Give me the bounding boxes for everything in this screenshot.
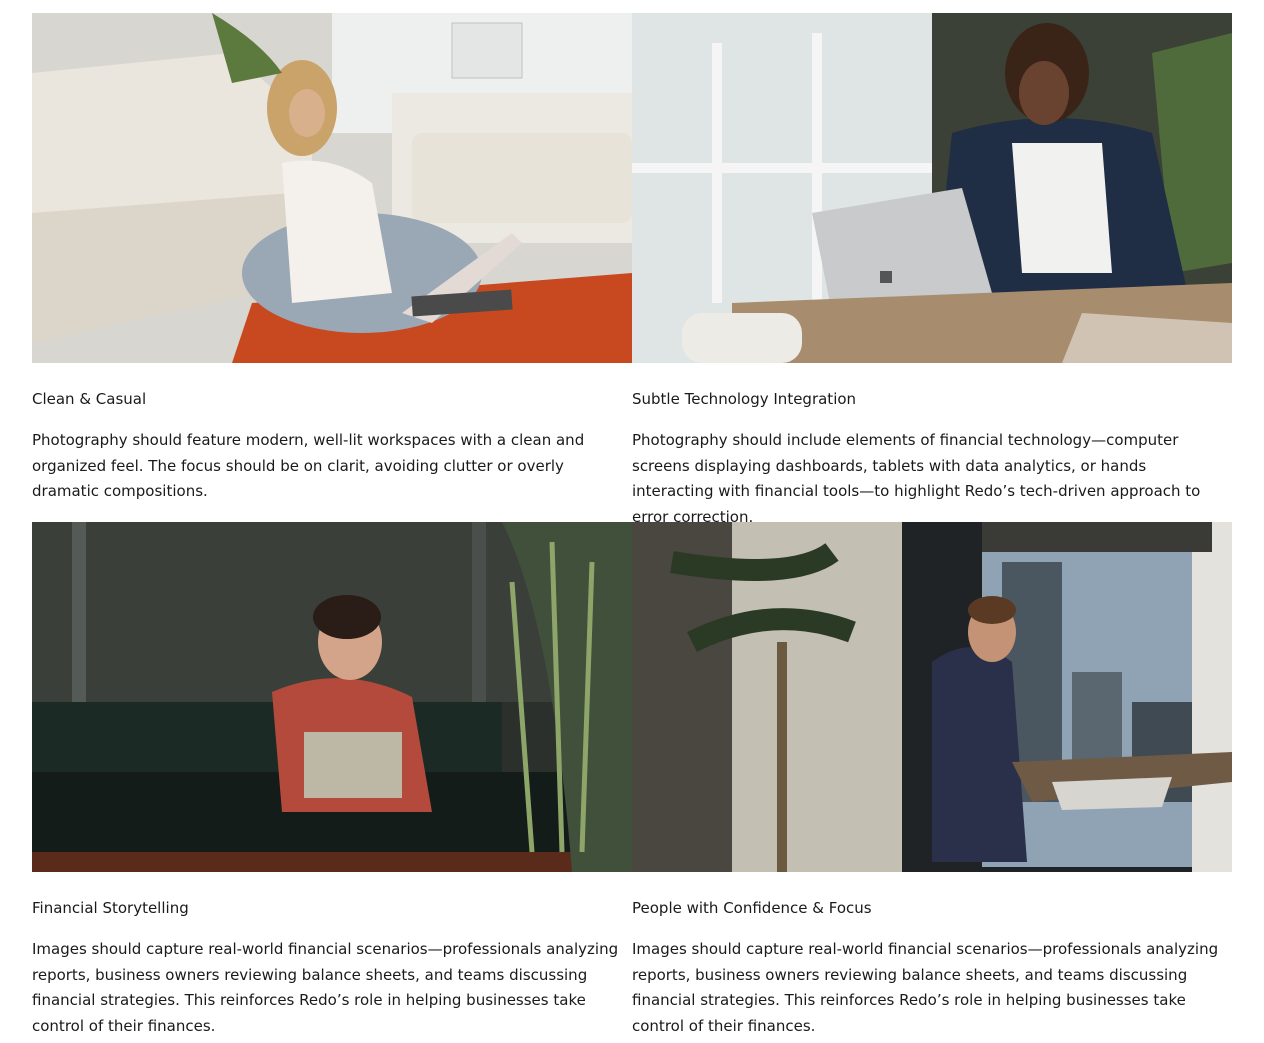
card-description: Photography should feature modern, well-… xyxy=(32,431,585,500)
woman-laptop-on-floor-photo xyxy=(32,13,632,363)
card-description: Images should capture real-world financi… xyxy=(32,940,619,1035)
card-title: Financial Storytelling xyxy=(32,899,189,917)
card-title: People with Confidence & Focus xyxy=(632,899,872,917)
card-description: Photography should include elements of f… xyxy=(632,431,1201,526)
woman-on-leather-sofa-photo xyxy=(32,522,632,872)
man-with-tablet-photo xyxy=(632,13,1232,363)
card-description: Images should capture real-world financi… xyxy=(632,940,1219,1035)
card-title: Clean & Casual xyxy=(32,390,147,408)
card-title: Subtle Technology Integration xyxy=(632,390,857,408)
man-standing-at-desk-photo xyxy=(632,522,1232,872)
